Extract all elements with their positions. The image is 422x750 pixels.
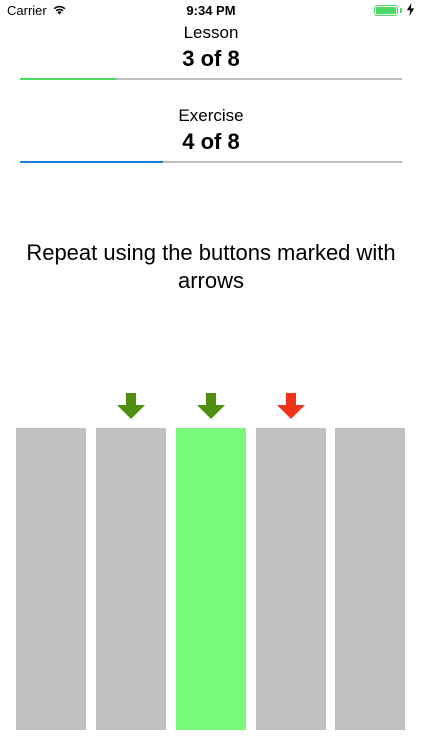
key-button-1[interactable] xyxy=(16,428,86,730)
exercise-count: 4 of 8 xyxy=(182,129,240,154)
green-down-arrow-icon xyxy=(197,393,225,419)
lesson-count: 3 of 8 xyxy=(182,46,240,71)
lesson-progress-track xyxy=(20,78,402,80)
key-button-2[interactable] xyxy=(96,428,166,730)
lesson-progress: Lesson 3 of 8 xyxy=(20,23,402,80)
key-button-3[interactable] xyxy=(176,428,246,730)
red-down-arrow-icon xyxy=(277,393,305,419)
instruction-text: Repeat using the buttons marked with arr… xyxy=(26,240,396,293)
exercise-label: Exercise xyxy=(178,106,244,125)
status-bar: Carrier 9:34 PM xyxy=(0,0,422,22)
key-button-4[interactable] xyxy=(256,428,326,730)
exercise-progress-track xyxy=(20,161,402,163)
battery-tip xyxy=(400,8,402,13)
bolt-icon xyxy=(406,3,415,16)
lesson-label: Lesson xyxy=(183,23,239,42)
status-time: 9:34 PM xyxy=(186,3,236,18)
exercise-progress-fill xyxy=(20,161,164,163)
battery-icon xyxy=(374,5,398,16)
key-button-5[interactable] xyxy=(335,428,405,730)
lesson-progress-fill xyxy=(20,78,116,80)
green-down-arrow-icon xyxy=(117,393,145,419)
battery-level xyxy=(376,7,396,14)
exercise-progress: Exercise 4 of 8 xyxy=(20,106,402,163)
